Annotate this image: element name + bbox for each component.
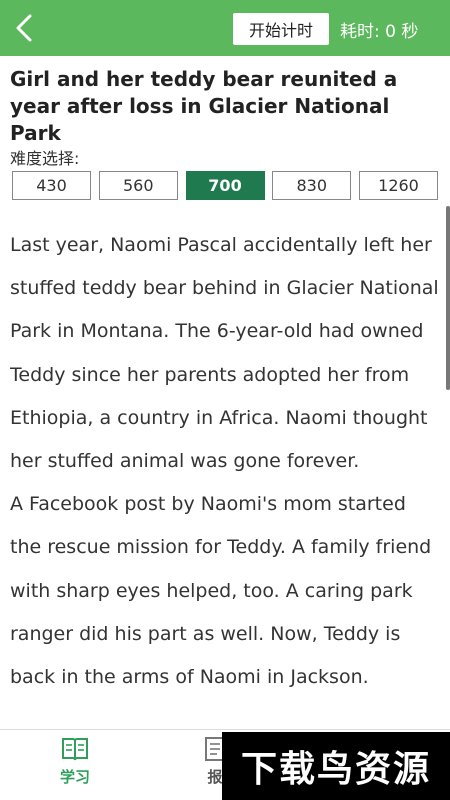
article-body: Last year, Naomi Pascal accidentally lef… — [10, 224, 442, 728]
watermark-logo: 下载鸟资源 — [222, 732, 450, 800]
level-option-1260[interactable]: 1260 — [359, 171, 438, 200]
back-button[interactable] — [12, 13, 38, 43]
elapsed-time: 耗时: 0 秒 — [340, 22, 419, 42]
level-option-430[interactable]: 430 — [12, 171, 91, 200]
tab-study-label: 学习 — [59, 768, 90, 786]
article-paragraph: Last year, Naomi Pascal accidentally lef… — [10, 234, 439, 473]
article-paragraph: A Facebook post by Naomi's mom started t… — [10, 493, 432, 689]
level-option-830[interactable]: 830 — [272, 171, 352, 200]
start-timer-button[interactable]: 开始计时 — [233, 13, 329, 45]
level-option-700[interactable]: 700 — [185, 171, 265, 200]
level-option-560[interactable]: 560 — [98, 171, 178, 200]
tab-report-label: 报 — [207, 768, 223, 786]
difficulty-label: 难度选择: — [10, 149, 80, 168]
tab-study[interactable]: 学习 — [35, 736, 115, 796]
book-icon — [62, 738, 88, 761]
scrollbar[interactable] — [446, 206, 450, 390]
watermark-text: 下载鸟资源 — [240, 749, 431, 790]
chevron-left-icon — [16, 14, 32, 42]
article-title: Girl and her teddy bear reunited a year … — [10, 67, 398, 145]
top-bar: 开始计时 耗时: 0 秒 — [0, 0, 450, 56]
difficulty-selector: 430 560 700 830 1260 — [12, 171, 438, 200]
